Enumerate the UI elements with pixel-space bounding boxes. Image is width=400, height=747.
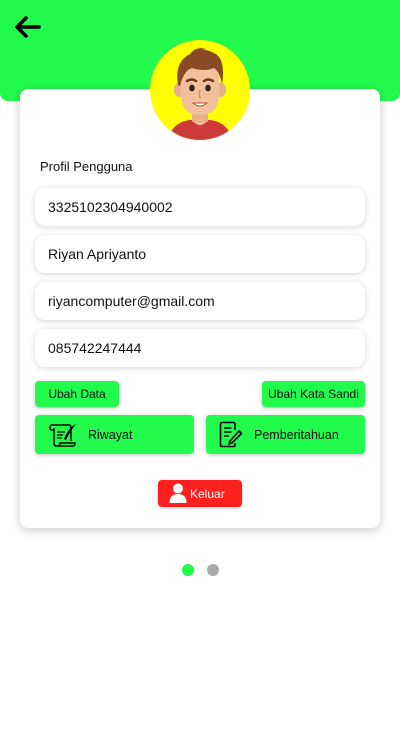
name-field[interactable]: Riyan Apriyanto [35, 235, 365, 273]
notifications-label: Pemberitahuan [254, 428, 339, 442]
page-dot-2[interactable] [207, 564, 219, 576]
page-dot-1[interactable] [182, 564, 194, 576]
scroll-quill-icon [47, 421, 77, 451]
logout-label: Keluar [190, 487, 225, 501]
logout-button[interactable]: Keluar [158, 480, 242, 507]
avatar [150, 40, 250, 140]
user-avatar-cartoon [168, 48, 232, 140]
notifications-button[interactable]: Pemberitahuan [206, 415, 365, 454]
page-title: Profil Pengguna [40, 159, 133, 174]
arrow-left-icon [15, 16, 41, 38]
email-field[interactable]: riyancomputer@gmail.com [35, 282, 365, 320]
history-button[interactable]: Riwayat [35, 415, 194, 454]
back-button[interactable] [14, 14, 42, 40]
document-edit-icon [219, 421, 243, 451]
phone-field[interactable]: 085742247444 [35, 329, 365, 367]
change-password-button[interactable]: Ubah Kata Sandi [262, 381, 365, 407]
edit-data-button[interactable]: Ubah Data [35, 381, 119, 407]
user-icon [169, 483, 187, 506]
history-label: Riwayat [88, 428, 133, 442]
id-number-field[interactable]: 3325102304940002 [35, 188, 365, 226]
